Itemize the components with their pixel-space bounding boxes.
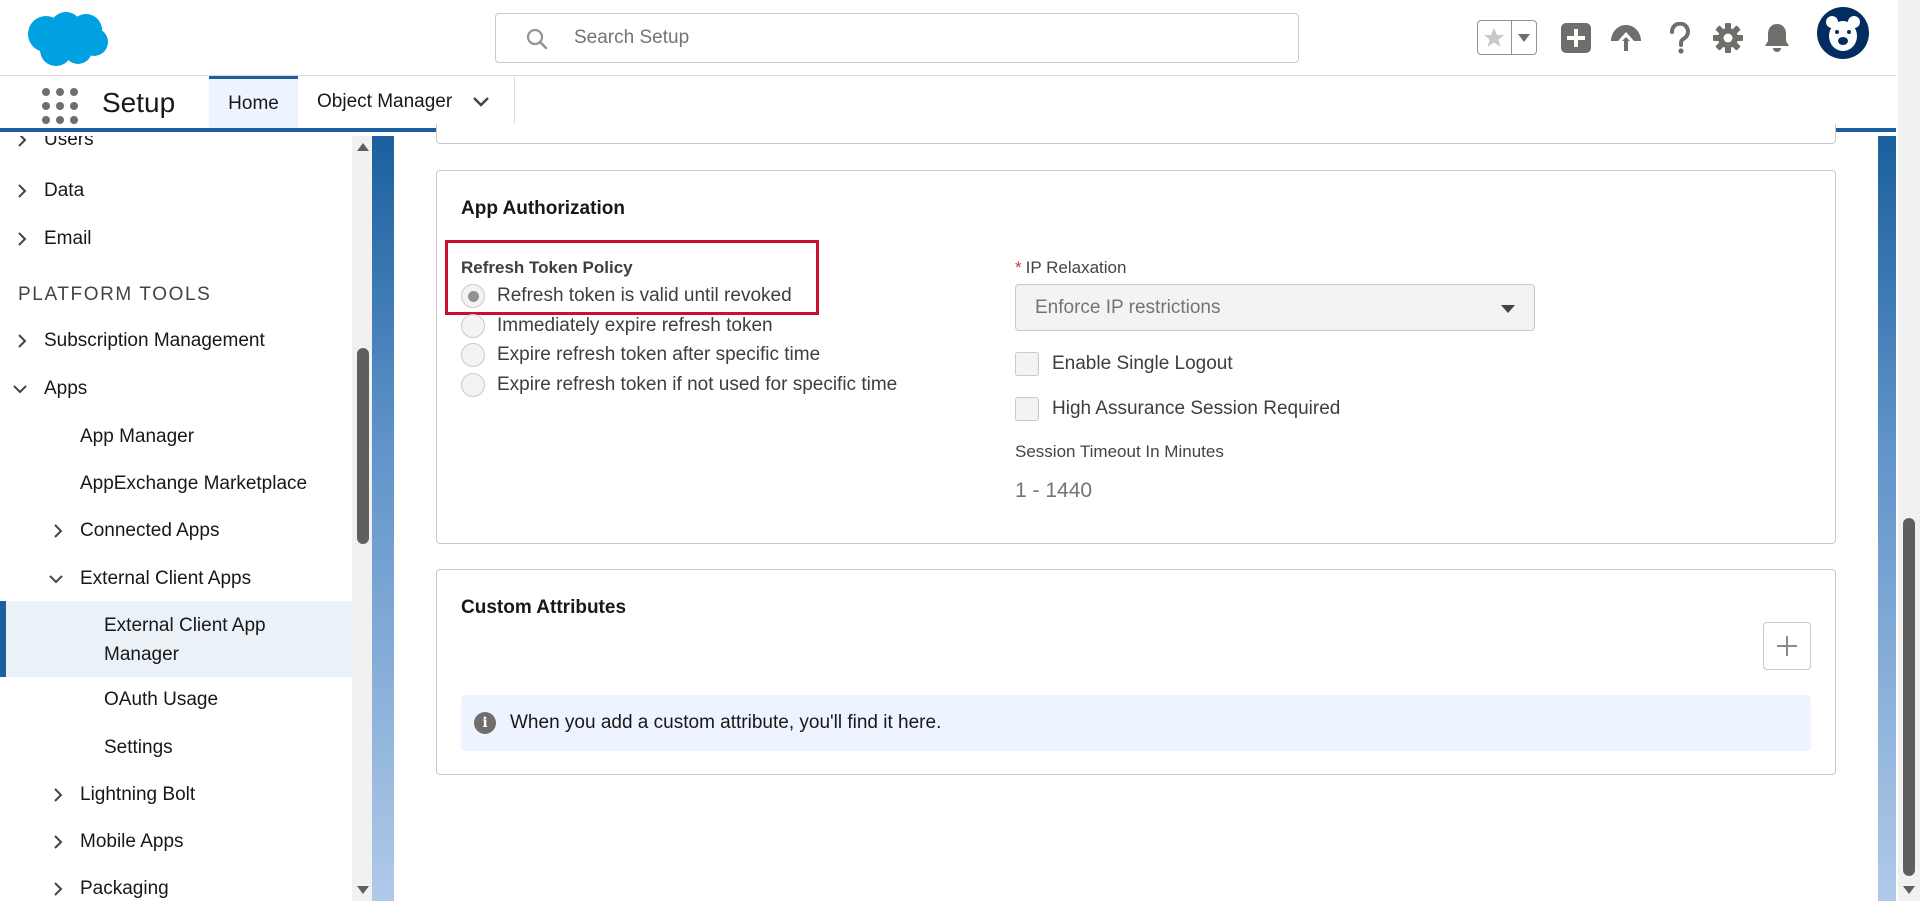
scroll-up-arrow-icon[interactable] <box>356 142 370 152</box>
notifications-bell-icon[interactable] <box>1757 18 1797 58</box>
radio-button[interactable] <box>461 343 485 367</box>
help-icon[interactable] <box>1660 18 1700 58</box>
chevron-right-icon <box>50 787 66 803</box>
sidebar-section-heading: PLATFORM TOOLS <box>18 284 212 305</box>
tab-home[interactable]: Home <box>209 76 298 128</box>
tab-object-manager-label: Object Manager <box>317 91 453 112</box>
trailhead-icon[interactable] <box>1606 18 1646 58</box>
sidebar-scrollbar-thumb[interactable] <box>357 348 369 544</box>
app-launcher-icon[interactable] <box>42 88 78 124</box>
ip-relaxation-value: Enforce IP restrictions <box>1035 296 1221 318</box>
radio-option-expire-if-not-used[interactable]: Expire refresh token if not used for spe… <box>461 373 897 397</box>
info-icon: i <box>474 712 496 734</box>
enable-single-logout-checkbox-row[interactable]: Enable Single Logout <box>1015 352 1233 376</box>
favorites-dropdown-icon[interactable] <box>1510 21 1536 54</box>
sidebar-item-settings[interactable]: Settings <box>0 729 352 767</box>
chevron-right-icon <box>50 834 66 850</box>
chevron-down-icon[interactable] <box>472 96 490 108</box>
search-box[interactable] <box>495 13 1299 63</box>
chevron-down-icon <box>48 571 64 587</box>
page-scroll-down-arrow-icon[interactable] <box>1902 885 1916 895</box>
refresh-token-policy-label: Refresh Token Policy <box>461 258 633 277</box>
app-authorization-card: App Authorization Refresh Token Policy R… <box>436 170 1836 544</box>
sidebar-item-app-manager[interactable]: App Manager <box>0 418 352 456</box>
add-custom-attribute-button[interactable] <box>1763 622 1811 670</box>
setup-sidebar: Users Data Email PLATFORM TOOLS Subscrip… <box>0 136 352 901</box>
sidebar-item-packaging[interactable]: Packaging <box>0 870 352 901</box>
sidebar-item-apps[interactable]: Apps <box>0 370 352 408</box>
setup-gear-icon[interactable] <box>1708 18 1748 58</box>
ip-relaxation-label: * IP Relaxation <box>1015 258 1127 277</box>
checkbox[interactable] <box>1015 352 1039 376</box>
empty-state-info: i When you add a custom attribute, you'l… <box>461 695 1811 751</box>
chevron-right-icon <box>14 333 30 349</box>
sidebar-item-mobile-apps[interactable]: Mobile Apps <box>0 823 352 861</box>
ip-relaxation-select[interactable]: Enforce IP restrictions <box>1015 284 1535 331</box>
checkbox[interactable] <box>1015 397 1039 421</box>
page-scrollbar-thumb[interactable] <box>1903 518 1915 876</box>
radio-button[interactable] <box>461 373 485 397</box>
dropdown-arrow-icon <box>1501 305 1515 313</box>
sidebar-item-external-client-app-manager[interactable]: External Client App Manager <box>0 601 352 677</box>
sidebar-item-lightning-bolt[interactable]: Lightning Bolt <box>0 776 352 814</box>
chevron-right-icon <box>50 523 66 539</box>
sidebar-item-data[interactable]: Data <box>0 172 352 210</box>
high-assurance-checkbox-row[interactable]: High Assurance Session Required <box>1015 397 1340 421</box>
avatar[interactable] <box>1817 7 1869 59</box>
chevron-down-icon <box>12 381 28 397</box>
previous-section-card <box>436 124 1836 144</box>
session-timeout-input[interactable]: 1 - 1440 <box>1015 479 1092 503</box>
sidebar-item-external-client-apps[interactable]: External Client Apps <box>0 560 352 598</box>
required-indicator: * <box>1015 258 1022 277</box>
sidebar-item-label-line2: Manager <box>104 644 179 665</box>
chevron-right-icon <box>14 231 30 247</box>
sidebar-item-users[interactable]: Users <box>0 136 352 154</box>
app-authorization-title: App Authorization <box>461 198 625 219</box>
sidebar-item-oauth-usage[interactable]: OAuth Usage <box>0 681 352 719</box>
sidebar-item-connected-apps[interactable]: Connected Apps <box>0 512 352 550</box>
favorites-control[interactable] <box>1477 20 1537 55</box>
radio-option-expire-after-time[interactable]: Expire refresh token after specific time <box>461 343 820 367</box>
add-icon[interactable] <box>1556 18 1596 58</box>
app-name: Setup <box>102 87 176 118</box>
salesforce-logo[interactable] <box>22 6 112 70</box>
search-icon <box>526 28 548 50</box>
radio-option-immediately-expire[interactable]: Immediately expire refresh token <box>461 314 773 338</box>
radio-button[interactable] <box>461 284 485 308</box>
custom-attributes-title: Custom Attributes <box>461 597 627 618</box>
radio-button[interactable] <box>461 314 485 338</box>
chevron-right-icon <box>14 183 30 199</box>
empty-state-message: When you add a custom attribute, you'll … <box>510 712 942 733</box>
chevron-right-icon <box>14 136 30 148</box>
sidebar-item-appexchange-marketplace[interactable]: AppExchange Marketplace <box>0 465 352 503</box>
sidebar-item-email[interactable]: Email <box>0 220 352 258</box>
favorites-star-icon[interactable] <box>1478 21 1511 54</box>
sidebar-item-label-line1: External Client App <box>104 615 266 636</box>
tab-object-manager[interactable]: Object Manager <box>299 76 515 128</box>
custom-attributes-card: Custom Attributes i When you add a custo… <box>436 569 1836 775</box>
global-header <box>0 0 1896 76</box>
sidebar-item-subscription-management[interactable]: Subscription Management <box>0 322 352 360</box>
search-input[interactable] <box>574 14 1274 62</box>
scroll-down-arrow-icon[interactable] <box>356 885 370 895</box>
radio-option-valid-until-revoked[interactable]: Refresh token is valid until revoked <box>461 284 792 308</box>
session-timeout-label: Session Timeout In Minutes <box>1015 442 1224 461</box>
chevron-right-icon <box>50 881 66 897</box>
plus-icon <box>1777 636 1797 656</box>
